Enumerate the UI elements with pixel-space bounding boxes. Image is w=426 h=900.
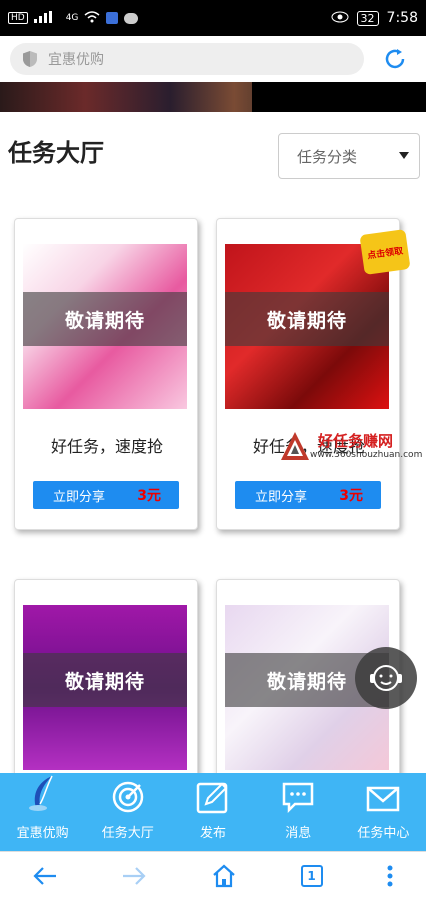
category-select[interactable]: 任务分类 bbox=[278, 133, 420, 179]
eye-icon bbox=[331, 11, 349, 26]
share-button-label: 立即分享 bbox=[53, 489, 106, 505]
banner-dark-area bbox=[252, 82, 426, 112]
page-title: 任务大厅 bbox=[8, 139, 104, 167]
site-watermark: 好任务赚网 www.360shouzhuan.com bbox=[280, 430, 424, 470]
tab-label: 宜惠优购 bbox=[16, 826, 69, 841]
share-button[interactable]: 立即分享 3元 bbox=[33, 481, 179, 509]
tab-messages[interactable]: 消息 bbox=[256, 773, 341, 851]
tab-label: 发布 bbox=[200, 826, 227, 841]
task-card[interactable]: 敬请期待 bbox=[14, 579, 198, 779]
watermark-logo-icon bbox=[281, 432, 309, 460]
coming-soon-overlay: 敬请期待 bbox=[23, 653, 187, 707]
browser-nav-bar: 1 bbox=[0, 851, 426, 900]
more-menu-icon[interactable] bbox=[386, 864, 394, 888]
tab-publish[interactable]: 发布 bbox=[170, 773, 255, 851]
task-card[interactable]: 敬请期待 好任务，速度抢 立即分享 3元 bbox=[14, 218, 198, 530]
browser-url-bar: 宜惠优购 bbox=[0, 36, 426, 82]
feather-logo-icon bbox=[28, 775, 53, 811]
reward-price: 3元 bbox=[339, 488, 363, 504]
share-button[interactable]: 立即分享 3元 bbox=[235, 481, 381, 509]
reload-icon[interactable] bbox=[382, 46, 408, 72]
back-arrow-icon[interactable] bbox=[32, 865, 58, 887]
promo-sticker[interactable]: 点击领取 bbox=[359, 228, 411, 276]
message-icon bbox=[282, 782, 314, 814]
network-type: 4G bbox=[65, 13, 79, 23]
url-text: 宜惠优购 bbox=[48, 52, 104, 68]
wifi-icon bbox=[84, 10, 100, 26]
status-bar: HD 4G 32 7:58 bbox=[0, 0, 426, 36]
battery-indicator: 32 bbox=[356, 10, 379, 26]
tab-task-center[interactable]: 任务中心 bbox=[341, 773, 426, 851]
url-input[interactable]: 宜惠优购 bbox=[10, 43, 364, 75]
watermark-url: www.360shouzhuan.com bbox=[310, 450, 423, 460]
customer-service-button[interactable] bbox=[355, 647, 417, 709]
edit-icon bbox=[196, 782, 228, 814]
tabs-button[interactable]: 1 bbox=[300, 865, 323, 887]
tab-yihui-shop[interactable]: 宜惠优购 bbox=[0, 773, 85, 851]
app-notification-icon bbox=[106, 12, 119, 24]
hd-indicator: HD bbox=[8, 12, 28, 24]
task-title: 好任务，速度抢 bbox=[50, 437, 163, 456]
bottom-tab-bar: 宜惠优购 任务大厅 发布 消息 任务中心 bbox=[0, 773, 426, 851]
wechat-icon bbox=[124, 12, 139, 24]
tab-label: 任务中心 bbox=[357, 826, 410, 841]
watermark-title: 好任务赚网 bbox=[318, 432, 394, 450]
shield-icon bbox=[23, 51, 37, 67]
category-select-label: 任务分类 bbox=[297, 147, 358, 166]
target-icon bbox=[112, 781, 144, 813]
forward-arrow-icon[interactable] bbox=[121, 865, 147, 887]
share-button-label: 立即分享 bbox=[255, 489, 308, 505]
reward-price: 3元 bbox=[137, 488, 161, 504]
mail-icon bbox=[367, 786, 400, 812]
home-icon[interactable] bbox=[211, 864, 237, 888]
top-banner-image[interactable] bbox=[0, 82, 426, 112]
coming-soon-overlay: 敬请期待 bbox=[225, 292, 389, 346]
tab-task-hall[interactable]: 任务大厅 bbox=[85, 773, 170, 851]
headset-icon bbox=[370, 665, 402, 691]
clock: 7:58 bbox=[386, 10, 418, 26]
caret-down-icon bbox=[399, 152, 409, 159]
tab-label: 任务大厅 bbox=[101, 826, 154, 841]
tab-label: 消息 bbox=[285, 826, 312, 841]
signal-icon bbox=[33, 10, 60, 26]
coming-soon-overlay: 敬请期待 bbox=[23, 292, 187, 346]
tab-count: 1 bbox=[307, 869, 316, 883]
